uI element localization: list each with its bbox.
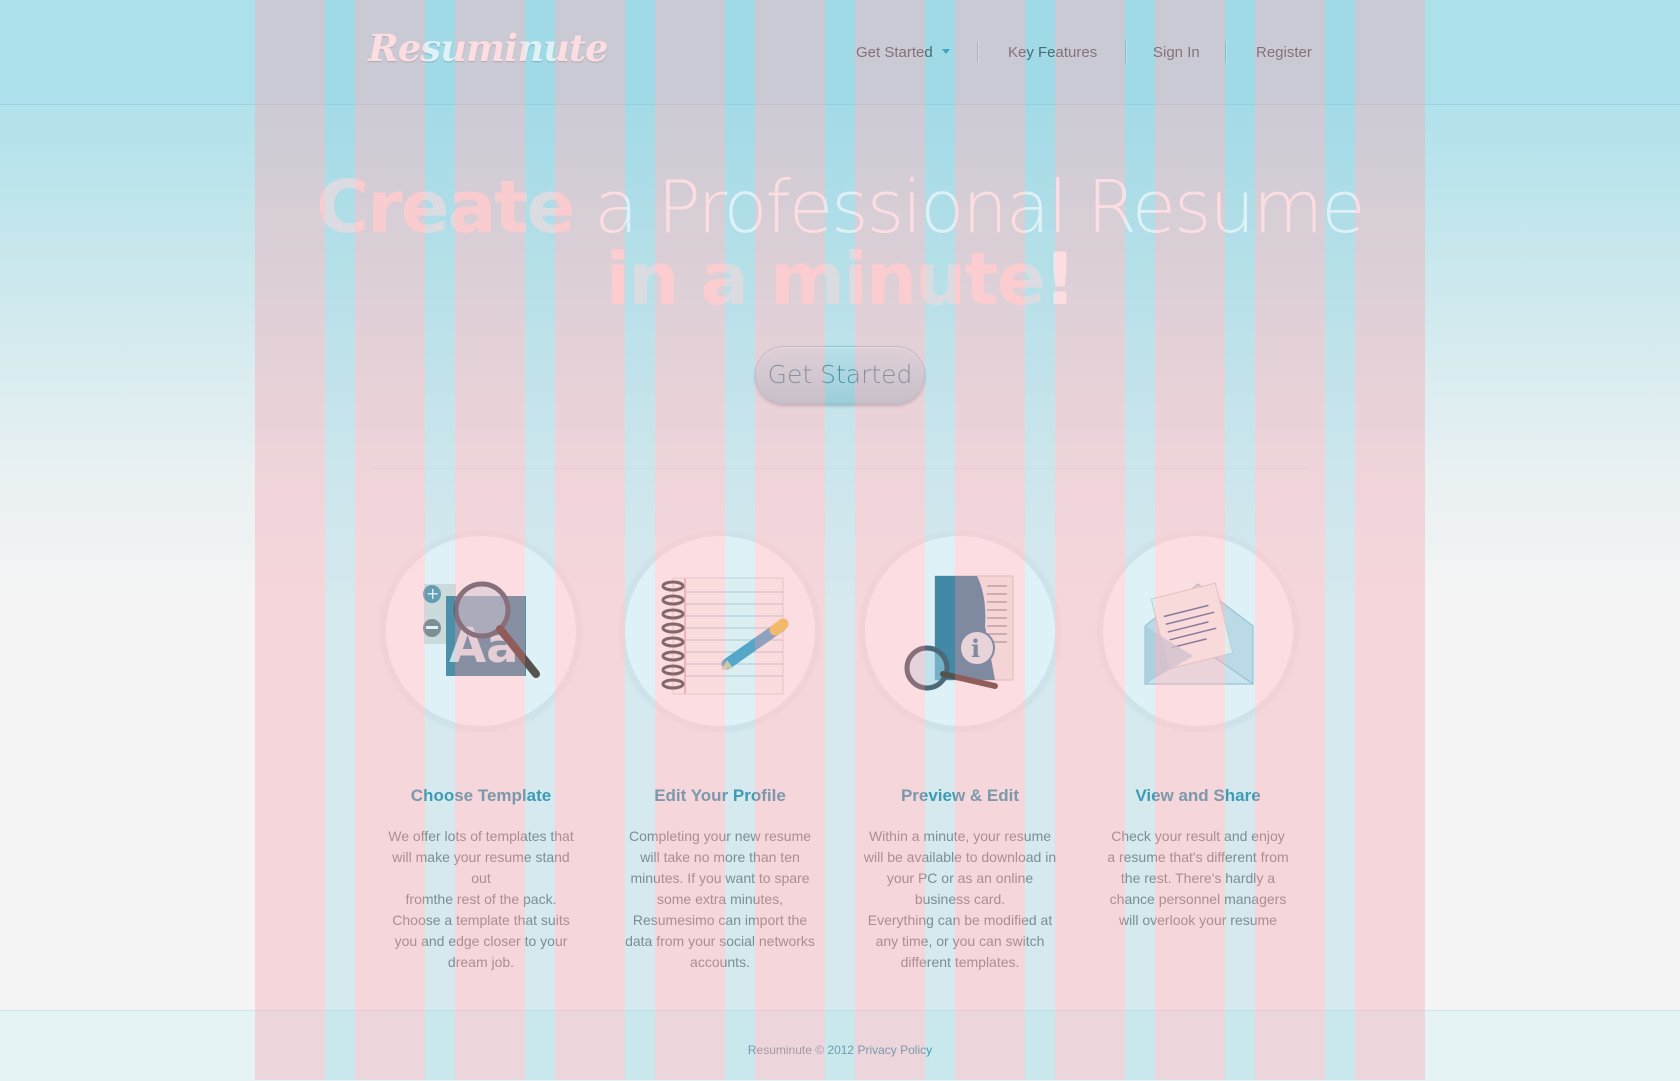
nav-separator bbox=[1125, 41, 1126, 63]
footer-text: Resuminute © 2012 Privacy Policy bbox=[0, 1043, 1680, 1057]
hero-subheadline: in a minute! bbox=[0, 243, 1680, 315]
nav-separator bbox=[1225, 41, 1226, 63]
nav-get-started-label: Get Started bbox=[856, 44, 933, 61]
nav-separator bbox=[977, 41, 978, 63]
hero-subheadline-end: ! bbox=[1043, 237, 1077, 321]
hero-subheadline-bold: in a minute bbox=[605, 237, 1046, 321]
hero-headline: Create a Professional Resume bbox=[0, 170, 1680, 244]
nav-key-features[interactable]: Key Features bbox=[1008, 44, 1097, 61]
feature-icon-circle: i bbox=[859, 530, 1061, 732]
nav-register[interactable]: Register bbox=[1256, 44, 1312, 61]
feature-description: Within a minute, your resume will be ava… bbox=[863, 828, 1057, 970]
feature-edit-profile: Edit Your Profile Completing your new re… bbox=[600, 530, 840, 973]
chevron-down-icon bbox=[941, 48, 950, 54]
feature-description: Completing your new resume will take no … bbox=[625, 828, 815, 970]
header-bar: Resuminute Get Started Key Features Sign… bbox=[0, 0, 1680, 105]
nav-get-started[interactable]: Get Started bbox=[856, 44, 950, 61]
feature-preview-edit: i Preview & Edit Within a minute, your r… bbox=[840, 530, 1080, 973]
envelope-letter-icon bbox=[1143, 582, 1255, 685]
feature-icon-circle bbox=[1097, 530, 1299, 732]
feature-view-share: View and Share Check your result and enj… bbox=[1078, 530, 1318, 931]
hero-headline-bold: Create bbox=[316, 165, 575, 249]
feature-description: Check your result and enjoy a resume tha… bbox=[1107, 828, 1289, 928]
get-started-button[interactable]: Get Started bbox=[755, 346, 925, 404]
feature-title: Choose Template bbox=[410, 786, 552, 805]
feature-icon-circle: Aa + bbox=[380, 530, 582, 732]
notebook-pencil-icon bbox=[661, 577, 789, 695]
feature-title: Edit Your Profile bbox=[654, 786, 786, 805]
feature-title: Preview & Edit bbox=[900, 786, 1020, 805]
footer-copyright: Resuminute © 2012 bbox=[747, 1043, 855, 1057]
font-magnifier-icon: Aa + bbox=[423, 581, 540, 678]
feature-description: We offer lots of templates that will mak… bbox=[388, 828, 574, 970]
main-nav: Get Started Key Features Sign In Registe… bbox=[0, 41, 1680, 64]
footer: Resuminute © 2012 Privacy Policy bbox=[0, 1010, 1680, 1081]
svg-text:i: i bbox=[971, 634, 980, 663]
feature-choose-template: Aa + Choose Template We offer lots of te… bbox=[361, 530, 601, 973]
svg-text:+: + bbox=[426, 584, 439, 603]
privacy-policy-link[interactable]: Privacy Policy bbox=[857, 1043, 932, 1057]
info-book-icon: i bbox=[904, 575, 1014, 691]
nav-sign-in[interactable]: Sign In bbox=[1153, 44, 1200, 61]
feature-title: View and Share bbox=[1135, 786, 1261, 805]
hero-section: Create a Professional Resume in a minute… bbox=[0, 170, 1680, 315]
feature-icon-circle bbox=[619, 530, 821, 732]
section-divider bbox=[370, 468, 1310, 469]
